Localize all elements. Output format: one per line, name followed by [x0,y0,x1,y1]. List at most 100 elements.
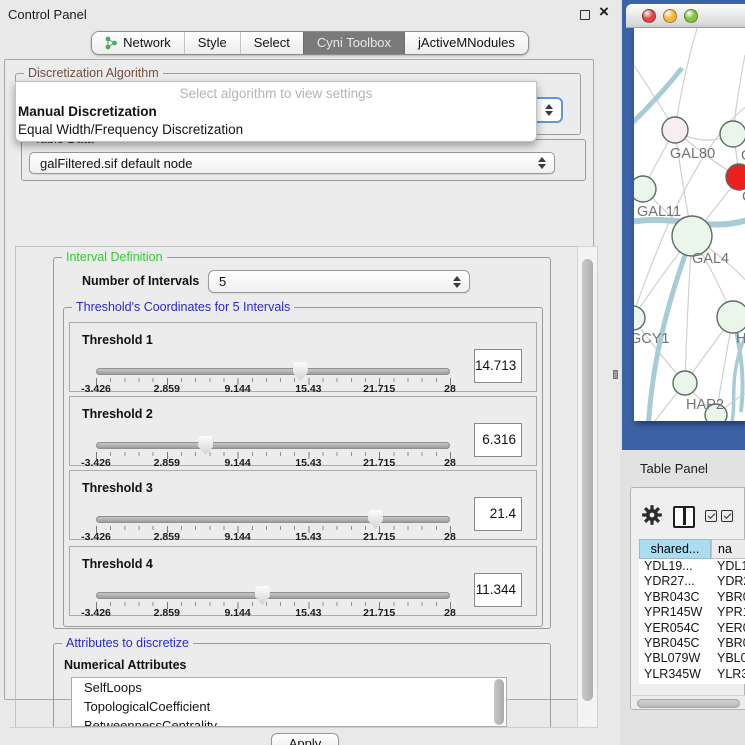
threshold-value-field[interactable]: 6.316 [474,423,522,457]
table-row[interactable]: YBL079WYBL0 [639,651,745,666]
checkbox-icon[interactable] [721,510,733,522]
slider-scale-label: 15.43 [295,607,321,619]
table-cell: YDL19... [639,559,711,574]
table-panel-title: Table Panel [640,461,708,476]
threshold-slider-track[interactable] [96,516,450,523]
mac-minimize-icon[interactable] [663,9,677,23]
table-row[interactable]: YIL052CYIL0 [639,682,745,684]
slider-scale-label: 15.43 [295,531,321,543]
threshold-slider-track[interactable] [96,368,450,375]
network-node-red[interactable] [726,164,745,190]
threshold-slider-track[interactable] [96,592,450,599]
table-data-select[interactable]: galFiltered.sif default node [29,152,555,174]
table-cell: YER054C [639,621,711,636]
network-node-green[interactable] [673,371,697,395]
tab-jactivemnodules[interactable]: jActiveMNodules [404,32,528,54]
close-icon[interactable]: × [599,2,609,22]
table-column-header[interactable]: na [711,539,745,559]
network-node-green[interactable] [634,306,645,330]
network-node-label: GAL80 [670,146,715,162]
slider-scale-label: 9.144 [224,457,250,469]
table-row[interactable]: YBR045CYBR0 [639,636,745,651]
number-of-intervals-select[interactable]: 5 [208,270,470,293]
numerical-attributes-label: Numerical Attributes [64,658,186,672]
number-of-intervals-value: 5 [219,274,226,289]
network-node-green[interactable] [717,301,745,333]
network-icon [105,36,118,50]
attribute-list-item[interactable]: SelfLoops [72,678,506,697]
network-node-label: GAL4 [692,251,729,267]
attribute-list-item[interactable]: TopologicalCoefficient [72,697,506,716]
cyni-toolbox-panel: Discretization Algorithm Select algorith… [4,59,594,700]
mac-zoom-icon[interactable] [684,9,698,23]
slider-scale-label: -3.426 [81,531,111,543]
apply-button[interactable]: Apply [271,733,339,745]
number-of-intervals-label: Number of Intervals [82,274,199,288]
apply-row: Apply [10,727,598,745]
numerical-attributes-list[interactable]: SelfLoopsTopologicalCoefficientBetweenne… [71,677,507,727]
table-row[interactable]: YLR345WYLR3 [639,667,745,682]
tab-style[interactable]: Style [184,32,240,54]
threshold-value-field[interactable]: 14.713 [474,349,522,383]
threshold-value-field[interactable]: 21.4 [474,497,522,531]
mac-close-icon[interactable] [642,9,656,23]
settings-scrollbar-track[interactable] [577,246,598,728]
table-cell: YPR145W [639,605,711,620]
threshold-panel: Threshold 1-3.4262.8599.14415.4321.71528… [69,322,537,392]
tab-network[interactable]: Network [92,32,184,54]
network-node-pink[interactable] [662,117,688,143]
tab-group: NetworkStyleSelectCyni ToolboxjActiveMNo… [91,31,529,55]
table-row[interactable]: YER054CYER0 [639,621,745,636]
table-cell: YDR2 [711,574,745,589]
table-cell: YBR045C [639,636,711,651]
float-window-icon[interactable] [580,10,590,20]
network-node-label: GA [741,148,745,164]
network-node-label: GCY1 [634,331,670,347]
table-column-header[interactable]: shared... [639,539,711,559]
settings-scrollbar-thumb[interactable] [582,259,593,701]
slider-scale-label: 28 [444,607,456,619]
attributes-group-title: Attributes to discretize [62,636,193,650]
node-attribute-table[interactable]: shared...na YDL19...YDL1YDR27...YDR2YBR0… [639,539,745,684]
slider-scale-label: 9.144 [224,383,250,395]
table-row[interactable]: YPR145WYPR1 [639,605,745,620]
network-node-green[interactable] [634,176,656,202]
network-window-titlebar[interactable] [626,4,745,28]
threshold-panel: Threshold 2-3.4262.8599.14415.4321.71528… [69,396,537,466]
combo-arrows-icon [545,100,553,120]
table-row[interactable]: YDR27...YDR2 [639,574,745,589]
checkbox-icon[interactable] [705,510,717,522]
network-canvas[interactable]: GAL80GAGAL11CGAL4GCY1HHAP2 [634,28,745,421]
table-hscrollbar-thumb[interactable] [637,699,740,708]
table-row[interactable]: YDL19...YDL1 [639,559,745,574]
panel-resize-grip[interactable] [613,370,618,379]
dropdown-item-placeholder[interactable]: Select algorithm to view settings [16,85,536,103]
network-node-green[interactable] [672,216,712,256]
slider-scale-label: 2.859 [154,607,180,619]
gear-icon[interactable] [642,505,662,525]
slider-scale-label: -3.426 [81,607,111,619]
threshold-panel: Threshold 4-3.4262.8599.14415.4321.71528… [69,546,537,616]
table-cell: YDL1 [711,559,745,574]
table-cell: YIL0 [711,682,745,684]
attribute-list-item[interactable]: BetweennessCentrality [72,716,506,727]
tab-cyni-toolbox[interactable]: Cyni Toolbox [303,32,404,54]
table-row[interactable]: YBR043CYBR0 [639,590,745,605]
table-hscrollbar-track[interactable] [632,695,745,709]
threshold-slider-track[interactable] [96,442,450,449]
network-view-window[interactable]: GAL80GAGAL11CGAL4GCY1HHAP2 [622,0,745,450]
dropdown-item-manual-discretization[interactable]: Manual Discretization [16,103,536,121]
network-node-label: H [736,331,745,347]
dropdown-item-equal-width-frequency[interactable]: Equal Width/Frequency Discretization [16,121,536,139]
network-node-label: HAP2 [686,397,724,413]
table-cell: YBR043C [639,590,711,605]
slider-scale-label: 9.144 [224,531,250,543]
slider-major-ticks [96,526,452,533]
table-rows: YDL19...YDL1YDR27...YDR2YBR043CYBR0YPR14… [639,559,745,684]
threshold-value-field[interactable]: 11.344 [474,573,522,607]
network-node-green[interactable] [720,121,745,147]
threshold-coordinates-title: Threshold's Coordinates for 5 Intervals [72,300,294,314]
split-columns-icon[interactable] [673,506,695,528]
tab-select[interactable]: Select [240,32,303,54]
attributes-list-scrollbar[interactable] [494,679,504,725]
